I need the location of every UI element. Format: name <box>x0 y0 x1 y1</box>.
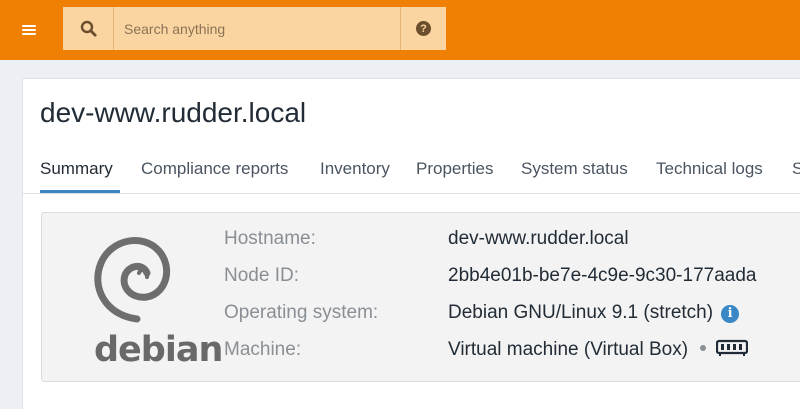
top-navbar: ? <box>0 0 800 60</box>
active-tab-indicator <box>40 190 120 193</box>
tab-technical-logs[interactable]: Technical logs <box>656 159 763 179</box>
node-summary-panel: debian Hostname: dev-www.rudder.local No… <box>41 212 800 382</box>
detail-value-wrap: Debian GNU/Linux 9.1 (stretch) i <box>448 302 740 324</box>
search-icon <box>80 20 97 37</box>
search-input[interactable] <box>114 7 400 50</box>
tab-bar: Summary Compliance reports Inventory Pro… <box>23 153 800 194</box>
detail-label: Hostname: <box>224 228 316 249</box>
tab-compliance-reports[interactable]: Compliance reports <box>141 159 288 179</box>
separator-dot <box>700 345 707 351</box>
question-circle-icon: ? <box>416 21 431 36</box>
hamburger-menu-icon <box>22 25 36 35</box>
menu-toggle-button[interactable] <box>0 0 58 60</box>
detail-value-wrap: Virtual machine (Virtual Box) <box>448 339 749 361</box>
tab-system-status[interactable]: System status <box>521 159 628 179</box>
memory-chip-icon[interactable] <box>716 339 749 357</box>
debian-swirl-icon <box>94 237 171 323</box>
detail-label: Operating system: <box>224 302 379 323</box>
node-details-card: dev-www.rudder.local Summary Compliance … <box>22 78 800 409</box>
detail-label: Machine: <box>224 339 302 360</box>
os-logo-text: debian <box>94 330 223 370</box>
detail-value: Debian GNU/Linux 9.1 (stretch) <box>448 302 714 323</box>
search-button[interactable] <box>63 7 114 50</box>
tab-inventory[interactable]: Inventory <box>320 159 390 179</box>
tab-properties[interactable]: Properties <box>416 159 493 179</box>
os-logo: debian <box>77 227 223 370</box>
tab-overflow[interactable]: S <box>792 159 800 179</box>
detail-value: 2bb4e01b-be7e-4c9e-9c30-177aada <box>448 265 757 286</box>
tab-summary[interactable]: Summary <box>40 159 113 179</box>
detail-value: dev-www.rudder.local <box>448 228 629 249</box>
search-bar: ? <box>63 7 446 50</box>
help-button[interactable]: ? <box>400 7 446 50</box>
page-title: dev-www.rudder.local <box>40 97 307 128</box>
detail-label: Node ID: <box>224 265 299 286</box>
detail-value: Virtual machine (Virtual Box) <box>448 339 689 360</box>
info-circle-icon[interactable]: i <box>721 304 740 323</box>
